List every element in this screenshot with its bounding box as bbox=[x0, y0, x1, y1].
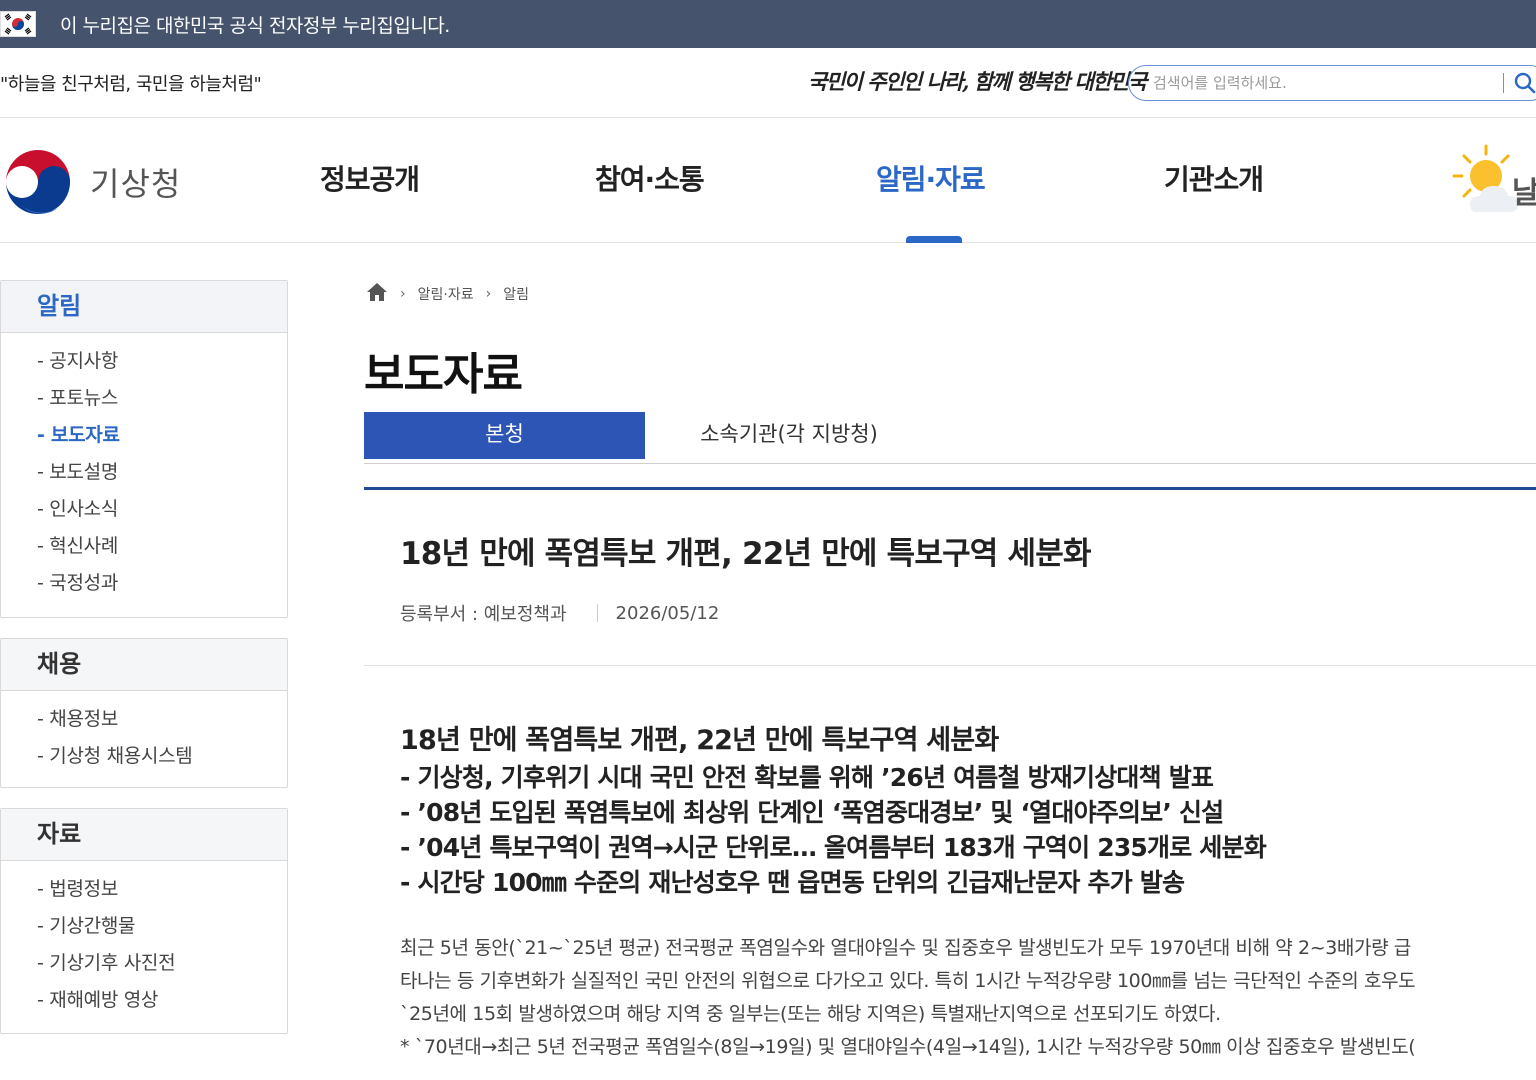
taegeuk-logo-icon bbox=[6, 150, 70, 214]
slogan-row: "하늘을 친구처럼, 국민을 하늘처럼" 국민이 주인인 나라, 함께 행복한 … bbox=[0, 48, 1536, 118]
breadcrumb-item-notice[interactable]: 알림 bbox=[503, 284, 529, 304]
gov-banner: 이 누리집은 대한민국 공식 전자정부 누리집입니다. bbox=[0, 0, 1536, 48]
article-meta: 등록부서 : 예보정책과 2026/05/12 bbox=[400, 600, 719, 626]
sidebar-item-photo-exhibition[interactable]: - 기상기후 사진전 bbox=[1, 945, 287, 982]
article-department: 등록부서 : 예보정책과 bbox=[400, 604, 567, 625]
gov-banner-text[interactable]: 이 누리집은 대한민국 공식 전자정부 누리집입니다. bbox=[60, 11, 450, 38]
sidebar-section-data: 자료 - 법령정보 - 기상간행물 - 기상기후 사진전 - 재해예방 영상 bbox=[0, 808, 288, 1034]
search-divider bbox=[1503, 73, 1504, 93]
nav-info-disclosure[interactable]: 정보공개 bbox=[320, 158, 420, 198]
sidebar-item-disaster-video[interactable]: - 재해예방 영상 bbox=[1, 982, 287, 1019]
korea-flag-icon bbox=[0, 11, 36, 37]
sidebar-item-press-explanation[interactable]: - 보도설명 bbox=[1, 454, 287, 491]
sidebar-item-laws[interactable]: - 법령정보 bbox=[1, 871, 287, 908]
sidebar-heading-notice[interactable]: 알림 bbox=[1, 281, 287, 333]
government-slogan: 국민이 주인인 나라, 함께 행복한 대한민국 bbox=[808, 69, 1147, 94]
nav-participation[interactable]: 참여·소통 bbox=[595, 158, 705, 198]
main-navigation: 기상청 정보공개 참여·소통 알림·자료 기관소개 날 bbox=[0, 118, 1536, 243]
breadcrumb-chevron-icon: › bbox=[485, 286, 492, 302]
sidebar-section-notice: 알림 - 공지사항 - 포토뉴스 - 보도자료 - 보도설명 - 인사소식 - … bbox=[0, 280, 288, 618]
sidebar-item-personnel-news[interactable]: - 인사소식 bbox=[1, 491, 287, 528]
article-body: 최근 5년 동안(`21~`25년 평균) 전국평균 폭염일수와 열대야일수 및… bbox=[400, 932, 1536, 1064]
breadcrumb: › 알림·자료 › 알림 bbox=[366, 282, 529, 306]
search-icon bbox=[1514, 72, 1536, 94]
tab-bar: 본청 소속기관(각 지방청) bbox=[364, 412, 1536, 464]
agency-slogan: "하늘을 친구처럼, 국민을 하늘처럼" bbox=[0, 74, 262, 95]
nav-about[interactable]: 기관소개 bbox=[1164, 158, 1264, 198]
page-title: 보도자료 bbox=[364, 349, 523, 400]
meta-divider bbox=[596, 604, 598, 622]
article-summary: 18년 만에 폭염특보 개편, 22년 만에 특보구역 세분화 - 기상청, 기… bbox=[400, 722, 1536, 900]
logo-text: 기상청 bbox=[90, 165, 182, 203]
sidebar-heading-data[interactable]: 자료 bbox=[1, 809, 287, 861]
summary-line: - 시간당 100㎜ 수준의 재난성호우 땐 읍면동 단위의 긴급재난문자 추가… bbox=[400, 868, 1185, 897]
body-footnote-line: * `70년대→최근 5년 전국평균 폭염일수(8일→19일) 및 열대야일수(… bbox=[400, 1036, 1416, 1058]
kma-logo[interactable]: 기상청 bbox=[0, 144, 200, 220]
body-paragraph-line: `25년에 15회 발생하였으며 해당 지역 중 일부는(또는 해당 지역은) … bbox=[400, 1003, 1221, 1025]
nav-active-indicator bbox=[906, 236, 962, 243]
search-input[interactable] bbox=[1151, 73, 1491, 93]
sidebar-item-photo-news[interactable]: - 포토뉴스 bbox=[1, 380, 287, 417]
sidebar-item-recruit-system[interactable]: - 기상청 채용시스템 bbox=[1, 738, 287, 775]
weather-label: 날 bbox=[1512, 176, 1536, 211]
sidebar-item-press-releases[interactable]: - 보도자료 bbox=[1, 417, 287, 454]
sidebar-item-announcements[interactable]: - 공지사항 bbox=[1, 343, 287, 380]
home-icon[interactable] bbox=[366, 281, 388, 307]
tab-headquarters[interactable]: 본청 bbox=[364, 412, 645, 459]
nav-notice-data[interactable]: 알림·자료 bbox=[876, 158, 986, 198]
breadcrumb-item-notice-data[interactable]: 알림·자료 bbox=[418, 284, 474, 304]
body-paragraph-line: 타나는 등 기후변화가 실질적인 국민 안전의 위협으로 다가오고 있다. 특히… bbox=[400, 970, 1416, 992]
content-divider bbox=[364, 487, 1536, 490]
summary-line: - ’08년 도입된 폭염특보에 최상위 단계인 ‘폭염중대경보’ 및 ‘열대야… bbox=[400, 798, 1224, 827]
summary-line: - ’04년 특보구역이 권역→시군 단위로… 올여름부터 183개 구역이 2… bbox=[400, 833, 1267, 862]
summary-title: 18년 만에 폭염특보 개편, 22년 만에 특보구역 세분화 bbox=[400, 725, 999, 756]
sidebar-heading-recruit[interactable]: 채용 bbox=[1, 639, 287, 691]
search-box bbox=[1128, 65, 1536, 101]
tab-regional-offices[interactable]: 소속기관(각 지방청) bbox=[694, 412, 884, 459]
sidebar-item-innovation[interactable]: - 혁신사례 bbox=[1, 528, 287, 565]
article-date: 2026/05/12 bbox=[615, 602, 720, 624]
weather-widget[interactable]: 날 bbox=[1446, 142, 1536, 220]
meta-divider-line bbox=[364, 665, 1536, 666]
breadcrumb-chevron-icon: › bbox=[400, 286, 406, 302]
sidebar-item-achievements[interactable]: - 국정성과 bbox=[1, 565, 287, 602]
sidebar-item-recruit-info[interactable]: - 채용정보 bbox=[1, 701, 287, 738]
sidebar-section-recruit: 채용 - 채용정보 - 기상청 채용시스템 bbox=[0, 638, 288, 788]
search-button[interactable] bbox=[1512, 70, 1536, 96]
body-paragraph-line: 최근 5년 동안(`21~`25년 평균) 전국평균 폭염일수와 열대야일수 및… bbox=[400, 937, 1411, 959]
sidebar-item-publications[interactable]: - 기상간행물 bbox=[1, 908, 287, 945]
article-title: 18년 만에 폭염특보 개편, 22년 만에 특보구역 세분화 bbox=[400, 536, 1091, 572]
summary-line: - 기상청, 기후위기 시대 국민 안전 확보를 위해 ’26년 여름철 방재기… bbox=[400, 763, 1214, 792]
